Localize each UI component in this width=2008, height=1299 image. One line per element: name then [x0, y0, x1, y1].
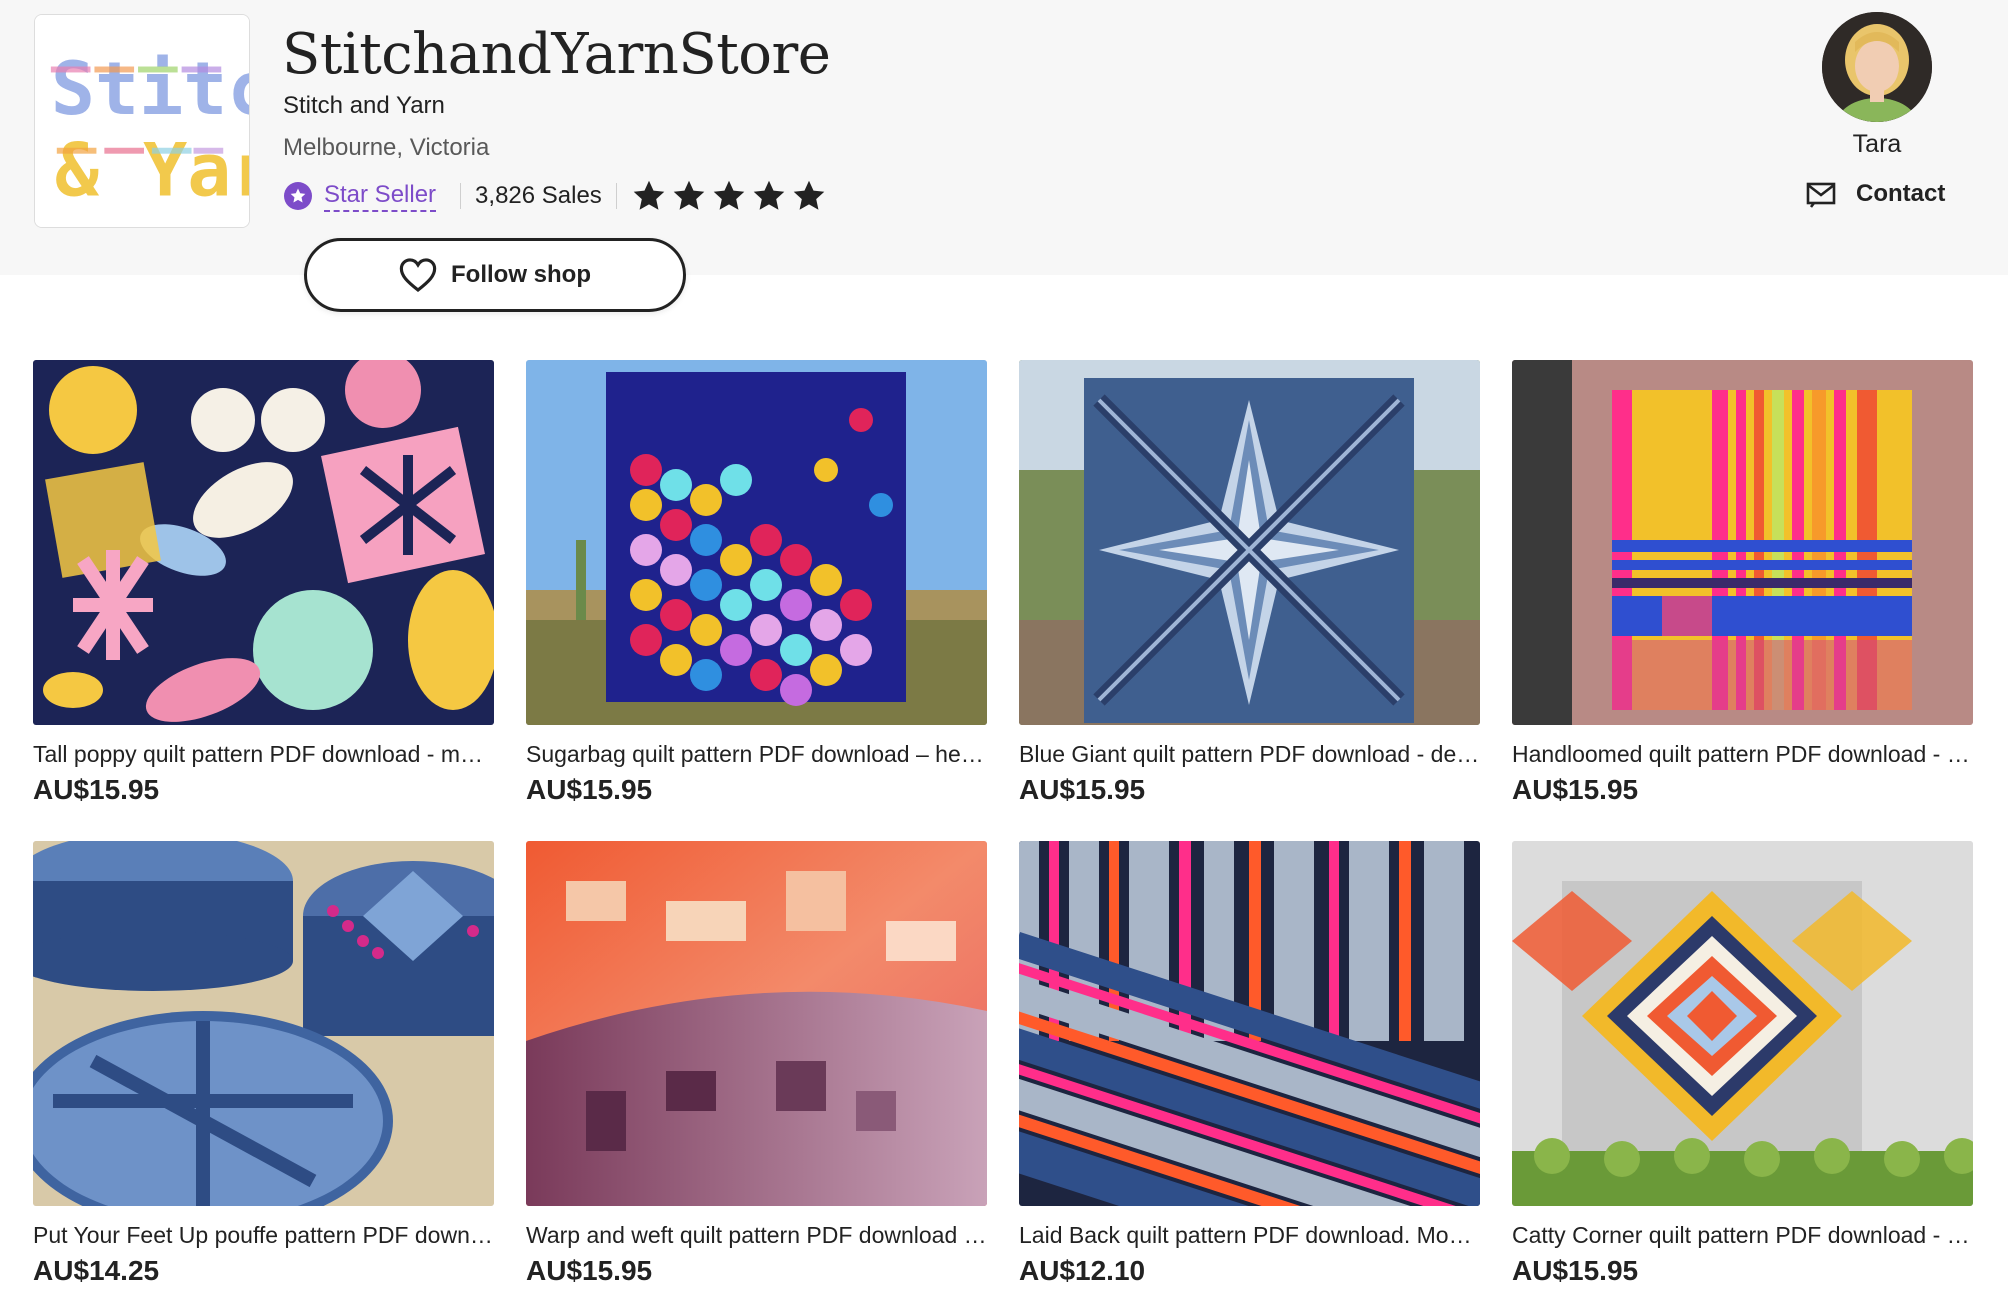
shop-location: Melbourne, Victoria [283, 134, 490, 161]
contact-label: Contact [1856, 180, 1946, 207]
envelope-icon [1806, 182, 1836, 208]
heart-icon [399, 258, 437, 293]
listing-title[interactable]: Put Your Feet Up pouffe pattern PDF down… [33, 1222, 494, 1249]
star-icon [633, 180, 665, 210]
listing-card[interactable]: Handloomed quilt pattern PDF download - … [1512, 360, 1973, 806]
avatar[interactable] [1822, 12, 1932, 122]
listing-price: AU$15.95 [1019, 774, 1146, 805]
listing-image[interactable] [33, 841, 494, 1206]
contact-button[interactable]: Contact [1806, 180, 1945, 208]
listing-image[interactable] [1019, 360, 1480, 725]
star-icon [793, 180, 825, 210]
listing-price: AU$15.95 [33, 774, 160, 805]
listing-title[interactable]: Tall poppy quilt pattern PDF download - … [33, 741, 494, 768]
owner-profile[interactable] [1820, 12, 1934, 122]
shop-logo-image: Stitch & Yarn [35, 15, 249, 227]
star-seller-link[interactable]: Star Seller [324, 181, 437, 212]
shop-logo[interactable]: Stitch & Yarn [34, 14, 250, 228]
listing-title[interactable]: Sugarbag quilt pattern PDF download – he… [526, 741, 987, 768]
listing-title[interactable]: Handloomed quilt pattern PDF download - … [1512, 741, 1973, 768]
owner-photo [1822, 12, 1932, 122]
listing-card[interactable]: Tall poppy quilt pattern PDF download - … [33, 360, 494, 806]
listing-image[interactable] [526, 360, 987, 725]
shop-name: StitchandYarnStore [282, 22, 831, 87]
listing-price: AU$15.95 [526, 1255, 653, 1286]
listing-image[interactable] [526, 841, 987, 1206]
logo-line-2: & Yarn [55, 128, 249, 213]
rating-stars[interactable] [631, 178, 831, 214]
listing-title[interactable]: Laid Back quilt pattern PDF download. Mo… [1019, 1222, 1480, 1249]
follow-shop-label: Follow shop [451, 261, 591, 288]
listing-price: AU$14.25 [33, 1255, 160, 1286]
listing-price: AU$12.10 [1019, 1255, 1146, 1286]
listing-card[interactable]: Put Your Feet Up pouffe pattern PDF down… [33, 841, 494, 1287]
listing-title[interactable]: Catty Corner quilt pattern PDF download … [1512, 1222, 1973, 1249]
listing-price: AU$15.95 [1512, 774, 1639, 805]
listing-card[interactable]: Catty Corner quilt pattern PDF download … [1512, 841, 1973, 1287]
listing-card[interactable]: Sugarbag quilt pattern PDF download – he… [526, 360, 987, 806]
sales-count: 3,826 Sales [475, 182, 602, 209]
star-seller-badge-icon [284, 182, 312, 210]
shop-subtitle: Stitch and Yarn [283, 92, 445, 119]
listing-title[interactable]: Warp and weft quilt pattern PDF download… [526, 1222, 987, 1249]
listing-image[interactable] [1019, 841, 1480, 1206]
star-icon [753, 180, 785, 210]
listing-card[interactable]: Warp and weft quilt pattern PDF download… [526, 841, 987, 1287]
listing-card[interactable]: Blue Giant quilt pattern PDF download - … [1019, 360, 1480, 806]
owner-name: Tara [1852, 130, 1902, 158]
listing-title[interactable]: Blue Giant quilt pattern PDF download - … [1019, 741, 1480, 768]
shop-meta-row: Star Seller 3,826 Sales [284, 178, 831, 214]
meta-divider [460, 183, 462, 209]
star-icon [713, 180, 745, 210]
star-icon [673, 180, 705, 210]
listing-image[interactable] [1512, 360, 1973, 725]
listing-image[interactable] [1512, 841, 1973, 1206]
listing-price: AU$15.95 [1512, 1255, 1639, 1286]
listing-price: AU$15.95 [526, 774, 653, 805]
listing-image[interactable] [33, 360, 494, 725]
logo-line-1: Stitch [51, 47, 249, 132]
listing-card[interactable]: Laid Back quilt pattern PDF download. Mo… [1019, 841, 1480, 1287]
follow-shop-button[interactable]: Follow shop [304, 238, 686, 312]
meta-divider [615, 183, 617, 209]
